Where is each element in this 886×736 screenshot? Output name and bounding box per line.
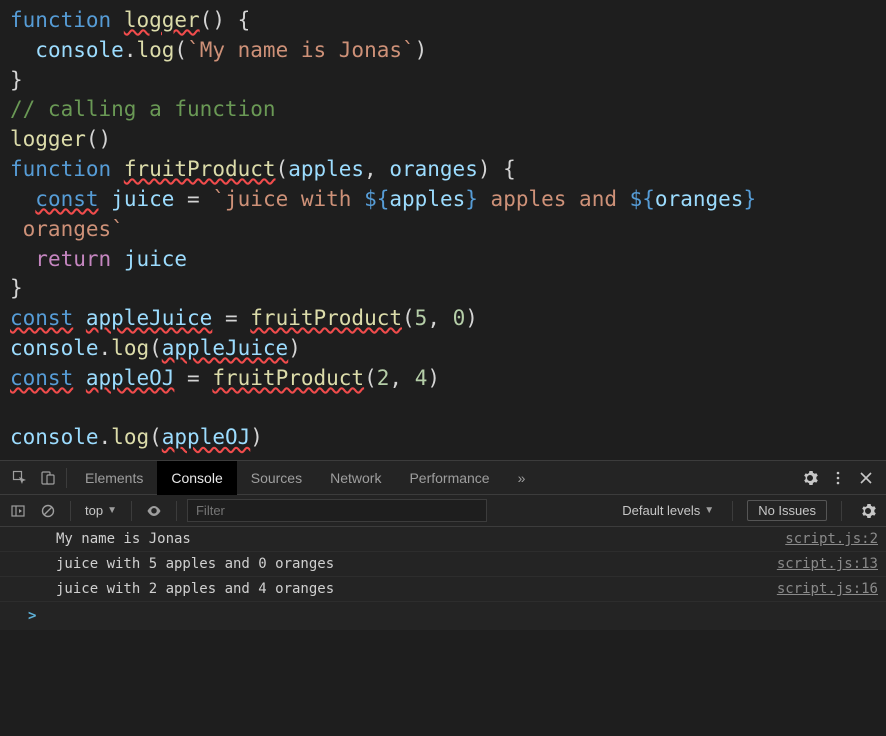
tab-sources[interactable]: Sources: [237, 461, 316, 495]
fn-fruitproduct: fruitProduct: [124, 157, 276, 181]
console-row: juice with 5 apples and 0 oranges script…: [0, 552, 886, 577]
console-output: My name is Jonas script.js:2 juice with …: [0, 527, 886, 630]
param-oranges: oranges: [389, 157, 478, 181]
console-settings-icon[interactable]: [856, 494, 880, 528]
fn-logger: logger: [124, 8, 200, 32]
str-orangesnl: oranges: [10, 217, 111, 241]
param-apples: apples: [288, 157, 364, 181]
no-issues-badge[interactable]: No Issues: [747, 500, 827, 521]
comment-call: // calling a function: [10, 97, 276, 121]
context-label: top: [85, 503, 103, 518]
tab-network[interactable]: Network: [316, 461, 395, 495]
levels-group: Default levels ▼ No Issues: [618, 494, 880, 528]
tab-console[interactable]: Console: [157, 461, 236, 495]
kebab-icon[interactable]: [824, 461, 852, 495]
chevron-down-icon: ▼: [107, 505, 117, 516]
console-row: juice with 2 apples and 4 oranges script…: [0, 577, 886, 602]
call-logger: logger: [10, 127, 86, 151]
devtools-panel: Elements Console Sources Network Perform…: [0, 460, 886, 630]
id-appleoj: appleOJ: [86, 366, 175, 390]
close-icon[interactable]: [852, 461, 880, 495]
id-juice: juice: [111, 187, 174, 211]
console-message: My name is Jonas: [56, 531, 785, 547]
log-levels-selector[interactable]: Default levels ▼: [618, 503, 718, 518]
id-console: console: [35, 38, 124, 62]
devtools-tabbar: Elements Console Sources Network Perform…: [0, 461, 886, 495]
context-selector[interactable]: top ▼: [81, 503, 121, 518]
keyword-const: const: [10, 366, 73, 390]
tab-elements[interactable]: Elements: [71, 461, 157, 495]
call-fruitproduct: fruitProduct: [250, 306, 402, 330]
console-message: juice with 5 apples and 0 oranges: [56, 556, 777, 572]
keyword-function: function: [10, 157, 111, 181]
str-myname: My name is Jonas: [200, 38, 402, 62]
fn-log: log: [136, 38, 174, 62]
id-applejuice: appleJuice: [86, 306, 212, 330]
keyword-function: function: [10, 8, 111, 32]
separator: [841, 501, 842, 521]
str-applesand: apples and: [478, 187, 630, 211]
source-link[interactable]: script.js:16: [777, 581, 878, 597]
filter-wrap: [187, 499, 487, 522]
tab-more[interactable]: »: [504, 461, 540, 495]
console-row: My name is Jonas script.js:2: [0, 527, 886, 552]
code-editor[interactable]: function logger() { console.log(`My name…: [0, 0, 886, 460]
inspect-element-icon[interactable]: [6, 461, 34, 495]
console-prompt[interactable]: >: [0, 602, 886, 630]
tab-performance[interactable]: Performance: [395, 461, 503, 495]
separator: [131, 501, 132, 521]
str-juicewith: juice with: [225, 187, 364, 211]
console-message: juice with 2 apples and 4 oranges: [56, 581, 777, 597]
separator: [732, 501, 733, 521]
separator: [66, 468, 67, 488]
keyword-const: const: [35, 187, 98, 211]
chevron-down-icon: ▼: [704, 505, 714, 516]
separator: [176, 501, 177, 521]
sidebar-toggle-icon[interactable]: [6, 494, 30, 528]
console-toolbar: top ▼ Default levels ▼ No Issues: [0, 495, 886, 527]
keyword-const: const: [10, 306, 73, 330]
prompt-chevron-icon: >: [28, 608, 36, 624]
gear-icon[interactable]: [796, 461, 824, 495]
live-expression-icon[interactable]: [142, 494, 166, 528]
device-toolbar-icon[interactable]: [34, 461, 62, 495]
source-link[interactable]: script.js:13: [777, 556, 878, 572]
separator: [70, 501, 71, 521]
source-link[interactable]: script.js:2: [785, 531, 878, 547]
keyword-return: return: [35, 247, 111, 271]
filter-input[interactable]: [187, 499, 487, 522]
clear-console-icon[interactable]: [36, 494, 60, 528]
